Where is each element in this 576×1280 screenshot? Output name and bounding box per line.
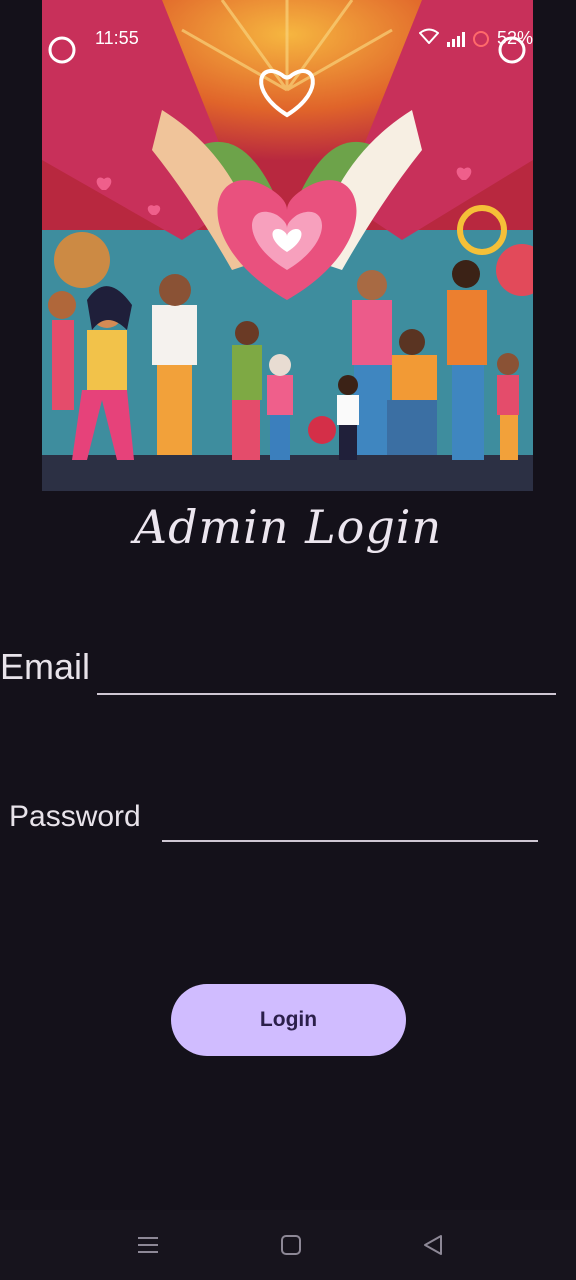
- email-input[interactable]: [100, 648, 554, 692]
- navigation-bar: [0, 1210, 576, 1280]
- signal-icon: [446, 31, 465, 47]
- status-icons: 52%: [418, 28, 533, 49]
- email-underline: [97, 693, 556, 695]
- wifi-icon: [418, 28, 440, 49]
- password-underline: [162, 840, 538, 842]
- login-button[interactable]: Login: [171, 984, 406, 1056]
- battery-icon: [472, 30, 489, 47]
- back-icon[interactable]: [413, 1230, 453, 1260]
- status-time: 11:55: [95, 28, 139, 48]
- email-label: Email: [0, 646, 91, 687]
- status-bar: 11:55 52%: [42, 0, 533, 78]
- menu-icon[interactable]: [128, 1230, 168, 1260]
- page-title: Admin Login: [133, 500, 443, 554]
- battery-level: 52%: [496, 28, 533, 48]
- home-icon[interactable]: [271, 1230, 311, 1260]
- password-input[interactable]: [165, 798, 539, 840]
- password-label: Password: [9, 800, 141, 833]
